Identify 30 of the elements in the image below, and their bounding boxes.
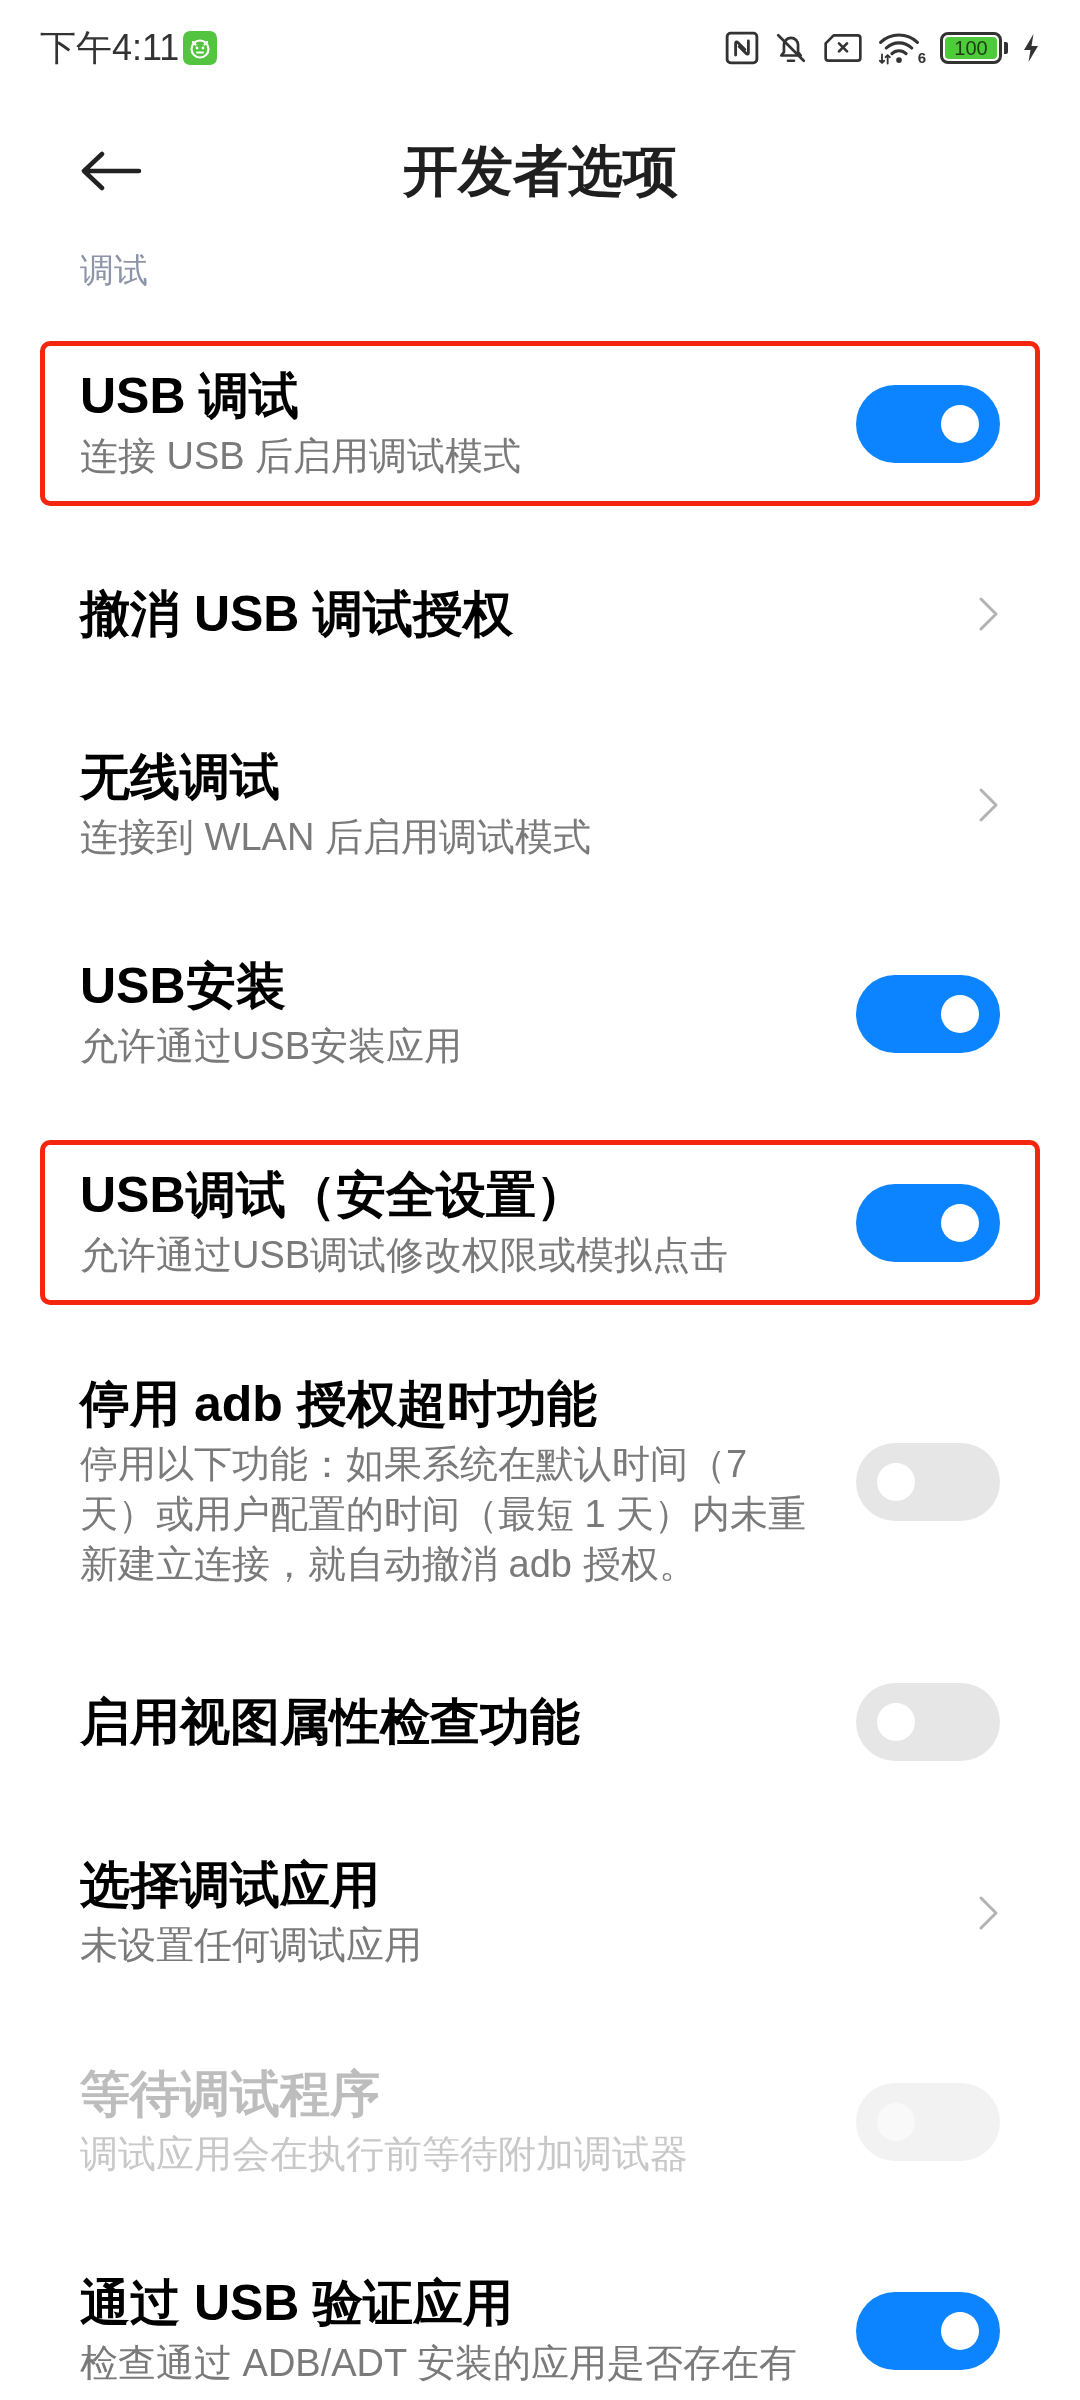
battery-percent-text: 100 <box>954 38 988 58</box>
chevron-right-icon <box>978 596 1000 632</box>
nfc-icon <box>724 31 759 65</box>
setting-title[interactable]: 启用视图属性检查功能 <box>80 1692 820 1752</box>
page-title: 开发者选项 <box>402 143 678 199</box>
setting-title[interactable]: 通过 USB 验证应用 <box>80 2273 820 2333</box>
app-notification-icon <box>183 31 218 65</box>
setting-title[interactable]: 选择调试应用 <box>80 1855 820 1915</box>
setting-description: 停用以下功能：如果系统在默认时间（7 天）或用户配置的时间（最短 1 天）内未重新建立连接，就自动撤消 adb 授权。 <box>80 1442 808 1587</box>
charging-bolt-icon <box>1022 33 1040 63</box>
setting-description: 连接到 WLAN 后启用调试模式 <box>80 815 592 860</box>
wifi-standard-label: 6 <box>917 50 926 65</box>
chevron-right-icon <box>978 1894 1000 1931</box>
setting-title[interactable]: 停用 adb 授权超时功能 <box>80 1374 820 1434</box>
chevron-right-icon <box>978 786 1000 823</box>
status-time: 下午4:11 <box>40 30 180 66</box>
setting-title[interactable]: USB安装 <box>80 956 820 1016</box>
setting-description: 未设置任何调试应用 <box>80 1923 423 1968</box>
setting-title[interactable]: USB调试（安全设置） <box>80 1165 820 1225</box>
sim-card-off-icon <box>822 32 863 64</box>
setting-description: 连接 USB 后启用调试模式 <box>80 434 523 479</box>
setting-title[interactable]: 撤消 USB 调试授权 <box>80 584 820 644</box>
back-arrow-icon <box>80 151 142 191</box>
back-button[interactable] <box>80 149 144 193</box>
setting-title[interactable]: 无线调试 <box>80 747 820 807</box>
setting-title[interactable]: USB 调试 <box>80 366 820 426</box>
section-header: 调试 <box>80 251 148 289</box>
setting-description: 允许通过USB调试修改权限或模拟点击 <box>80 1233 730 1278</box>
setting-description: 检查通过 ADB/ADT 安装的应用是否存在有 <box>80 2341 799 2386</box>
setting-description: 允许通过USB安装应用 <box>80 1024 464 1069</box>
